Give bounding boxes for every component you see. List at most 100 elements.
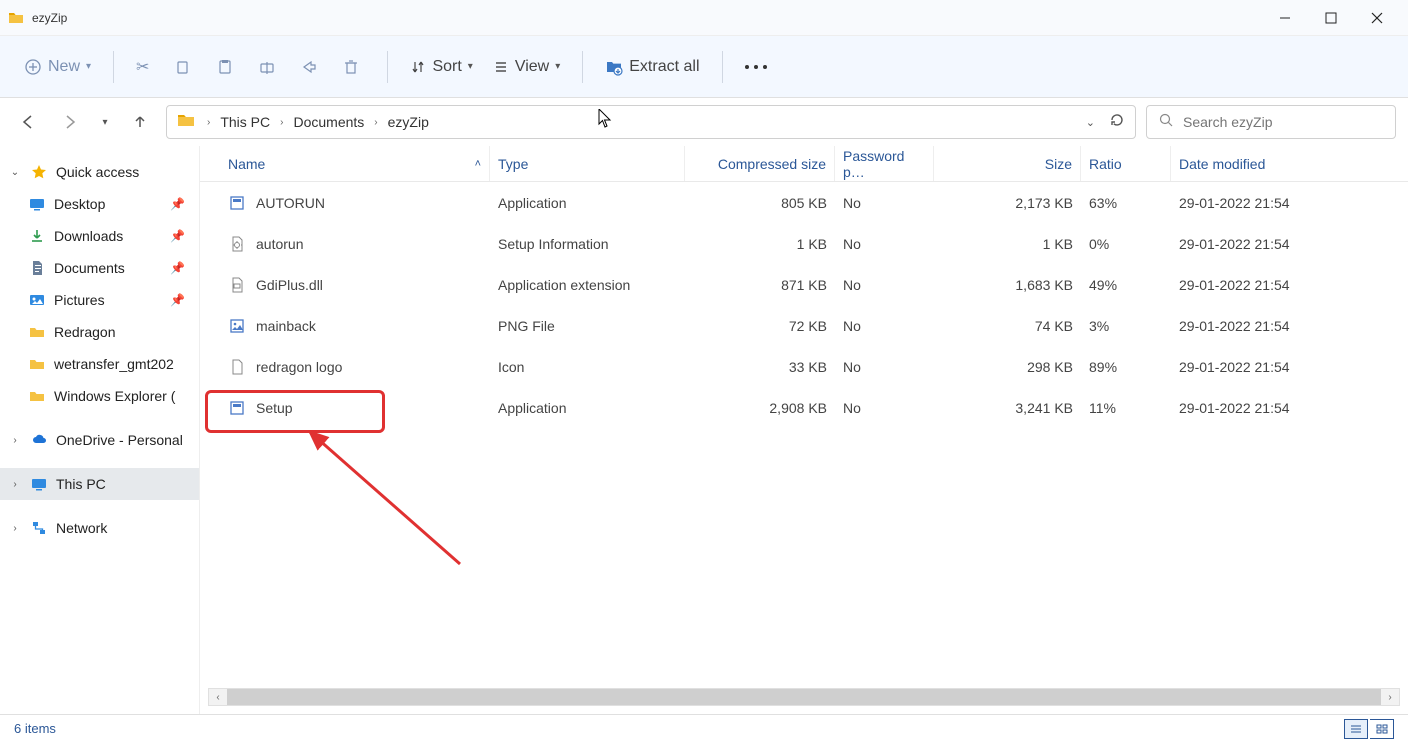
maximize-button[interactable] (1308, 2, 1354, 34)
new-button[interactable]: New ▾ (14, 47, 101, 87)
document-icon (28, 259, 46, 277)
close-button[interactable] (1354, 2, 1400, 34)
breadcrumb-ezyzip[interactable]: ezyZip (384, 114, 433, 130)
file-ratio: 3% (1081, 318, 1171, 334)
paste-button[interactable] (207, 47, 249, 87)
table-row[interactable]: redragon logoIcon33 KBNo298 KB89%29-01-2… (200, 346, 1408, 387)
column-header-csize[interactable]: Compressed size (685, 146, 835, 181)
file-type: PNG File (490, 318, 685, 334)
table-row[interactable]: mainbackPNG File72 KBNo74 KB3%29-01-2022… (200, 305, 1408, 346)
forward-button[interactable] (54, 106, 86, 138)
refresh-button[interactable] (1109, 112, 1125, 133)
table-row[interactable]: AUTORUNApplication805 KBNo2,173 KB63%29-… (200, 182, 1408, 223)
recent-dropdown-button[interactable]: ▾ (96, 106, 114, 138)
file-size: 2,173 KB (934, 195, 1081, 211)
view-button-label: View (515, 58, 549, 76)
table-row[interactable]: autorunSetup Information1 KBNo1 KB0%29-0… (200, 223, 1408, 264)
file-name: mainback (256, 318, 316, 334)
cut-button[interactable]: ✂ (126, 47, 165, 87)
column-header-size[interactable]: Size (934, 146, 1081, 181)
extract-all-button[interactable]: Extract all (595, 47, 709, 87)
sidebar-item-label: Documents (54, 260, 125, 276)
sidebar-item-pictures[interactable]: Pictures 📌 (0, 284, 199, 316)
separator (113, 51, 114, 83)
column-label: Name (228, 156, 265, 172)
share-icon (301, 59, 317, 75)
pictures-icon (28, 291, 46, 309)
back-button[interactable] (12, 106, 44, 138)
file-date: 29-01-2022 21:54 (1171, 277, 1351, 293)
breadcrumb-documents[interactable]: Documents (289, 114, 368, 130)
column-header-name[interactable]: Name ˄ (220, 146, 490, 181)
folder-icon (28, 387, 46, 405)
details-view-button[interactable] (1344, 719, 1368, 739)
column-header-date[interactable]: Date modified (1171, 146, 1351, 181)
pin-icon: 📌 (170, 293, 191, 307)
search-box[interactable] (1146, 105, 1396, 139)
sort-asc-icon: ˄ (475, 158, 481, 170)
navbar: ▾ › This PC › Documents › ezyZip ⌄ (0, 98, 1408, 146)
file-pwd: No (835, 400, 934, 416)
column-label: Password p… (843, 148, 925, 180)
column-header-ratio[interactable]: Ratio (1081, 146, 1171, 181)
chevron-down-icon: ▾ (555, 61, 560, 72)
scroll-thumb[interactable] (227, 689, 1381, 705)
status-bar: 6 items (0, 714, 1408, 742)
up-button[interactable] (124, 106, 156, 138)
sidebar-item-quick-access[interactable]: ⌄ Quick access (0, 156, 199, 188)
horizontal-scrollbar[interactable]: ‹ › (208, 688, 1400, 706)
status-item-count: 6 items (14, 721, 56, 736)
search-icon (1159, 113, 1173, 132)
sort-button[interactable]: Sort ▾ (400, 47, 482, 87)
sidebar-item-this-pc[interactable]: › This PC (0, 468, 199, 500)
column-header-type[interactable]: Type (490, 146, 685, 181)
sidebar-item-documents[interactable]: Documents 📌 (0, 252, 199, 284)
file-ratio: 49% (1081, 277, 1171, 293)
file-date: 29-01-2022 21:54 (1171, 400, 1351, 416)
chevron-down-icon[interactable]: ⌄ (1086, 116, 1095, 129)
sidebar-item-network[interactable]: › Network (0, 512, 199, 544)
column-header-pwd[interactable]: Password p… (835, 146, 934, 181)
view-button[interactable]: View ▾ (483, 47, 570, 87)
desktop-icon (28, 195, 46, 213)
sidebar-item-explorer[interactable]: Windows Explorer ( (0, 380, 199, 412)
file-type: Setup Information (490, 236, 685, 252)
breadcrumb-this-pc[interactable]: This PC (216, 114, 274, 130)
search-input[interactable] (1183, 114, 1383, 130)
sort-button-label: Sort (432, 58, 461, 76)
file-ratio: 11% (1081, 400, 1171, 416)
scroll-left-icon[interactable]: ‹ (209, 692, 227, 703)
folder-icon (28, 323, 46, 341)
sidebar-item-wetransfer[interactable]: wetransfer_gmt202 (0, 348, 199, 380)
rename-button[interactable] (249, 47, 291, 87)
minimize-button[interactable] (1262, 2, 1308, 34)
zip-folder-icon (8, 10, 24, 26)
file-csize: 2,908 KB (685, 400, 835, 416)
table-row[interactable]: SetupApplication2,908 KBNo3,241 KB11%29-… (200, 387, 1408, 428)
sidebar-item-downloads[interactable]: Downloads 📌 (0, 220, 199, 252)
file-pwd: No (835, 359, 934, 375)
rename-icon (259, 59, 275, 75)
copy-button[interactable] (165, 47, 207, 87)
delete-button[interactable] (333, 47, 375, 87)
scroll-right-icon[interactable]: › (1381, 692, 1399, 703)
file-date: 29-01-2022 21:54 (1171, 359, 1351, 375)
file-csize: 1 KB (685, 236, 835, 252)
table-row[interactable]: GdiPlus.dllApplication extension871 KBNo… (200, 264, 1408, 305)
sidebar-item-desktop[interactable]: Desktop 📌 (0, 188, 199, 220)
file-type: Application extension (490, 277, 685, 293)
more-button[interactable] (735, 47, 777, 87)
file-icon (228, 235, 246, 253)
share-button[interactable] (291, 47, 333, 87)
icons-view-button[interactable] (1370, 719, 1394, 739)
file-pwd: No (835, 277, 934, 293)
sidebar-item-onedrive[interactable]: › OneDrive - Personal (0, 424, 199, 456)
pin-icon: 📌 (170, 229, 191, 243)
sidebar-item-redragon[interactable]: Redragon (0, 316, 199, 348)
file-size: 1,683 KB (934, 277, 1081, 293)
file-icon (228, 358, 246, 376)
trash-icon (343, 59, 359, 75)
zip-folder-icon (177, 111, 195, 134)
address-bar[interactable]: › This PC › Documents › ezyZip ⌄ (166, 105, 1136, 139)
chevron-right-icon: › (8, 523, 22, 534)
